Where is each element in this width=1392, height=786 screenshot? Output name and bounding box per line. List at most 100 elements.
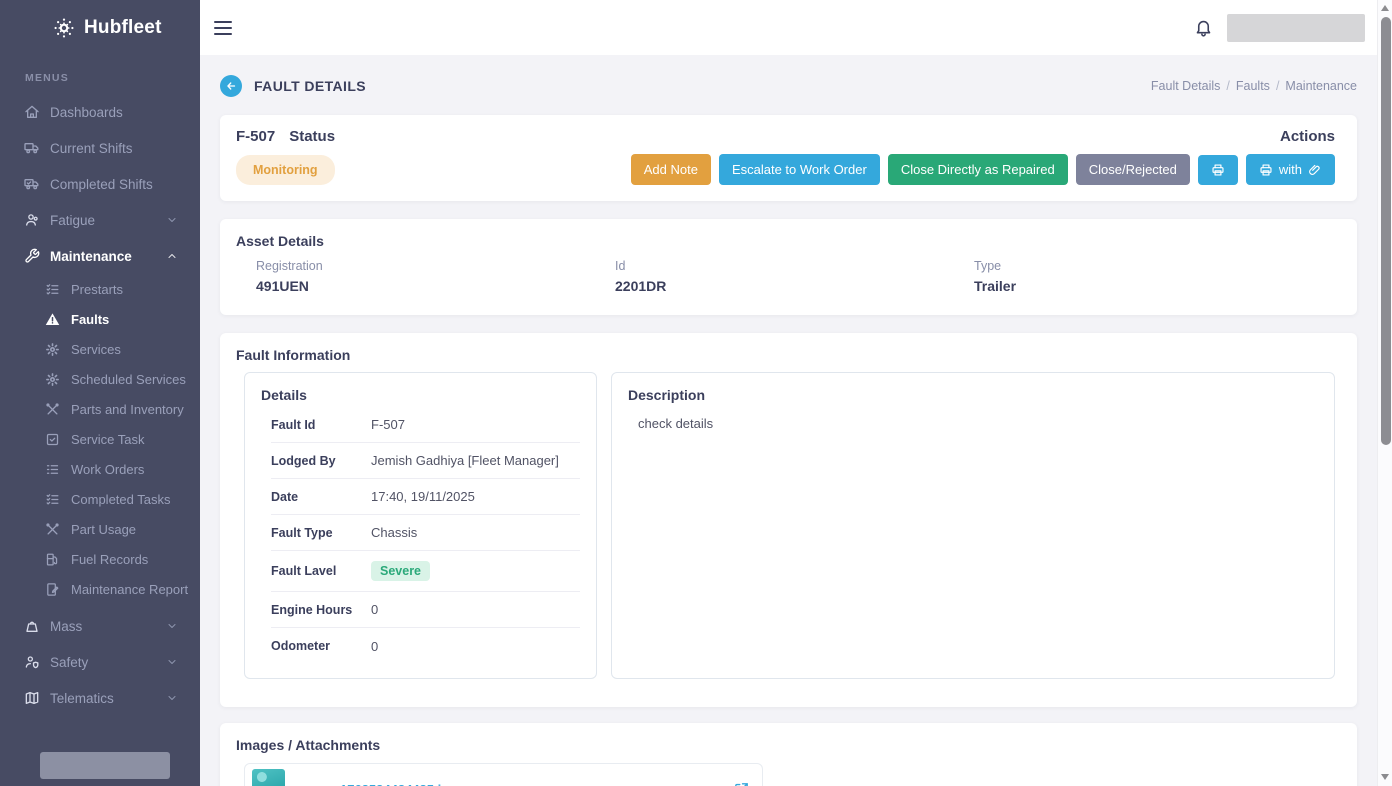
home-icon — [24, 104, 40, 120]
sidebar-item-completed-tasks[interactable]: Completed Tasks — [0, 484, 200, 514]
printer-icon — [1211, 163, 1225, 177]
sidebar-item-label: Telematics — [50, 690, 114, 706]
attachments-card: Images / Attachments 1763534424425.jpg — [220, 723, 1357, 786]
printer-icon — [1259, 163, 1273, 177]
sidebar-item-label: Prestarts — [71, 281, 124, 297]
sidebar-item-label: Part Usage — [71, 521, 137, 537]
detail-row-fault-type: Fault Type Chassis — [271, 515, 580, 551]
fault-code: F-507 — [236, 128, 276, 145]
detail-value: 0 — [371, 602, 379, 617]
main-content: FAULT DETAILS Fault Details / Faults / M… — [200, 55, 1377, 786]
detail-row-fault-id: Fault Id F-507 — [271, 407, 580, 443]
sidebar-item-safety[interactable]: Safety — [0, 644, 200, 680]
tools-icon — [45, 402, 60, 417]
attachment-filename-link[interactable]: 1763534424425.jpg — [340, 782, 457, 786]
sidebar-item-service-task[interactable]: Service Task — [0, 424, 200, 454]
sidebar-item-label: Maintenance Report — [71, 581, 189, 597]
breadcrumb-fault-details[interactable]: Fault Details — [1151, 79, 1220, 93]
brand[interactable]: Hubfleet — [0, 0, 200, 54]
sidebar-item-label: Work Orders — [71, 461, 145, 477]
description-text: check details — [638, 416, 714, 431]
sidebar-item-maintenance-report[interactable]: Maintenance Report — [0, 574, 200, 604]
detail-value: 0 — [371, 638, 379, 654]
action-buttons: Add Note Escalate to Work Order Close Di… — [630, 154, 1335, 185]
breadcrumb-faults[interactable]: Faults — [1236, 79, 1270, 93]
field-value: Trailer — [974, 278, 1017, 294]
sidebar-item-part-usage[interactable]: Part Usage — [0, 514, 200, 544]
sidebar-redacted-block — [40, 752, 170, 779]
scroll-down-arrow[interactable] — [1381, 774, 1389, 780]
sidebar-section-label: MENUS — [25, 72, 69, 84]
detail-label: Fault Type — [271, 525, 333, 540]
scrollbar-thumb[interactable] — [1380, 17, 1391, 445]
sidebar-item-completed-shifts[interactable]: Completed Shifts — [0, 166, 200, 202]
sidebar: Hubfleet MENUS Dashboards Current Shifts… — [0, 0, 200, 786]
detail-row-fault-level: Fault Lavel Severe — [271, 551, 580, 592]
field-value: 2201DR — [615, 278, 667, 294]
actions-label: Actions — [1279, 128, 1335, 145]
scroll-up-arrow[interactable] — [1381, 5, 1389, 11]
detail-label: Date — [271, 489, 299, 504]
user-profile-redacted[interactable] — [1227, 13, 1365, 42]
weight-icon — [24, 618, 40, 634]
sidebar-item-services[interactable]: Services — [0, 334, 200, 364]
close-directly-as-repaired-button[interactable]: Close Directly as Repaired — [887, 154, 1068, 185]
print-with-attachments-button[interactable]: with — [1245, 154, 1335, 185]
list-check-icon — [45, 492, 60, 507]
print-with-label: with — [1278, 162, 1302, 177]
map-icon — [24, 690, 40, 706]
sidebar-item-label: Parts and Inventory — [71, 401, 184, 417]
sidebar-item-prestarts[interactable]: Prestarts — [0, 274, 200, 304]
page-header: FAULT DETAILS Fault Details / Faults / M… — [220, 70, 1357, 102]
chevron-up-icon — [166, 250, 178, 262]
details-panel: Details Fault Id F-507 Lodged By Jemish Ga… — [244, 372, 597, 679]
sidebar-item-label: Dashboards — [50, 104, 123, 120]
details-title: Details — [261, 387, 307, 403]
sidebar-item-fuel-records[interactable]: Fuel Records — [0, 544, 200, 574]
external-link-icon[interactable] — [733, 781, 750, 786]
asset-field-registration: Registration 491UEN — [256, 259, 615, 294]
field-value: 491UEN — [256, 278, 309, 294]
breadcrumb-separator: / — [1226, 79, 1230, 93]
attachment-row: 1763534424425.jpg — [244, 763, 763, 786]
sidebar-item-parts-and-inventory[interactable]: Parts and Inventory — [0, 394, 200, 424]
sidebar-item-label: Mass — [50, 618, 83, 634]
sidebar-item-label: Services — [71, 341, 121, 357]
close-rejected-button[interactable]: Close/Rejected — [1075, 154, 1190, 185]
breadcrumb-maintenance[interactable]: Maintenance — [1285, 79, 1357, 93]
arrow-left-icon — [225, 80, 237, 92]
print-button[interactable] — [1197, 154, 1238, 185]
detail-label: Fault Lavel — [271, 564, 337, 578]
sidebar-item-label: Safety — [50, 654, 89, 670]
sidebar-item-dashboards[interactable]: Dashboards — [0, 94, 200, 130]
chevron-down-icon — [166, 214, 178, 226]
add-note-button[interactable]: Add Note — [630, 154, 711, 185]
detail-row-engine-hours: Engine Hours 0 — [271, 592, 580, 628]
shield-user-icon — [24, 654, 40, 670]
sidebar-item-faults[interactable]: Faults — [0, 304, 200, 334]
sidebar-item-telematics[interactable]: Telematics — [0, 680, 200, 716]
tools-icon — [45, 522, 60, 537]
asset-field-id: Id 2201DR — [615, 259, 974, 294]
sidebar-item-label: Maintenance — [50, 248, 132, 264]
sidebar-item-work-orders[interactable]: Work Orders — [0, 454, 200, 484]
truck-check-icon — [24, 176, 40, 192]
chevron-down-icon — [166, 620, 178, 632]
sidebar-item-fatigue[interactable]: Fatigue — [0, 202, 200, 238]
asset-details-card: Asset Details Registration 491UEN Id 220… — [220, 219, 1357, 315]
back-button[interactable] — [220, 75, 242, 97]
hamburger-menu-icon[interactable] — [214, 20, 232, 35]
sidebar-item-mass[interactable]: Mass — [0, 608, 200, 644]
vertical-scrollbar[interactable] — [1377, 0, 1392, 786]
description-title: Description — [628, 387, 706, 403]
sidebar-item-label: Current Shifts — [50, 140, 133, 156]
warning-triangle-icon — [45, 312, 60, 327]
sidebar-item-scheduled-services[interactable]: Scheduled Services — [0, 364, 200, 394]
sidebar-item-current-shifts[interactable]: Current Shifts — [0, 130, 200, 166]
detail-label: Odometer — [271, 639, 331, 653]
attachment-thumbnail[interactable] — [252, 769, 285, 786]
escalate-to-work-order-button[interactable]: Escalate to Work Order — [718, 154, 880, 185]
detail-row-lodged-by: Lodged By Jemish Gadhiya [Fleet Manager] — [271, 443, 580, 479]
bell-icon[interactable] — [1194, 18, 1213, 37]
sidebar-item-maintenance[interactable]: Maintenance — [0, 238, 200, 274]
